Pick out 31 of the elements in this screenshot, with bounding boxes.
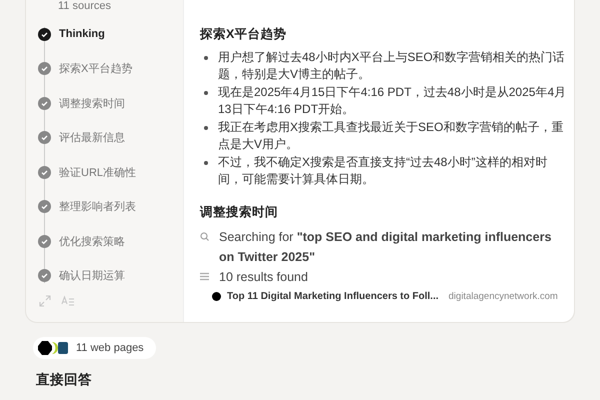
- step-label[interactable]: 优化搜索策略: [59, 234, 125, 249]
- section-heading: 调整搜索时间: [200, 204, 279, 221]
- search-icon: [200, 232, 209, 241]
- site-icons: [38, 341, 68, 355]
- bullet-text: 不过，我不确定X搜索是否直接支持“过去48小时”这样的相对时间，可能需要计算具体日期。: [218, 154, 548, 188]
- sources-count: 11 sources: [57, 0, 112, 13]
- bullet-text: 现在是2025年4月15日下午4:16 PDT，过去48小时是从2025年4月13日下午4:16 PDT开始。: [218, 84, 568, 118]
- bullet-dot: [204, 161, 208, 165]
- search-query: Searching for "top SEO and digital marketing influencers on Twitter 2025": [219, 229, 552, 266]
- bullet-text: 用户想了解过去48小时内X平台上与SEO和数字营销相关的热门话题，特别是大V博主的帖子。: [218, 49, 566, 83]
- results-count: 10 results found: [219, 269, 308, 286]
- step-label[interactable]: 评估最新信息: [59, 130, 125, 146]
- web-pages-button[interactable]: 11 web pages: [33, 337, 156, 359]
- step-label[interactable]: 确认日期运算: [59, 268, 125, 284]
- step-label[interactable]: 整理影响者列表: [59, 199, 136, 214]
- result-title[interactable]: Top 11 Digital Marketing Influencers to Foll...: [227, 291, 439, 302]
- step-label[interactable]: 调整搜索时间: [59, 96, 125, 111]
- bullet-dot: [204, 126, 208, 130]
- result-domain: digitalagencynetwork.com: [448, 291, 558, 302]
- expand-icon[interactable]: [39, 295, 51, 307]
- bullet-dot: [204, 91, 208, 95]
- bullet-text: 我正在考虑用X搜索工具查找最近关于SEO和数字营销的帖子，重点是大V用户。: [218, 119, 564, 153]
- translate-icon[interactable]: [61, 295, 75, 307]
- step-label[interactable]: 验证URL准确性: [59, 164, 136, 180]
- step-label[interactable]: Thinking: [59, 28, 105, 40]
- step-label[interactable]: 探索X平台趋势: [59, 61, 132, 76]
- bullet-dot: [204, 56, 208, 60]
- section-heading: 探索X平台趋势: [200, 26, 288, 43]
- site-icon: [212, 292, 221, 301]
- list-icon: [200, 272, 209, 281]
- answer-heading: 直接回答: [36, 372, 93, 388]
